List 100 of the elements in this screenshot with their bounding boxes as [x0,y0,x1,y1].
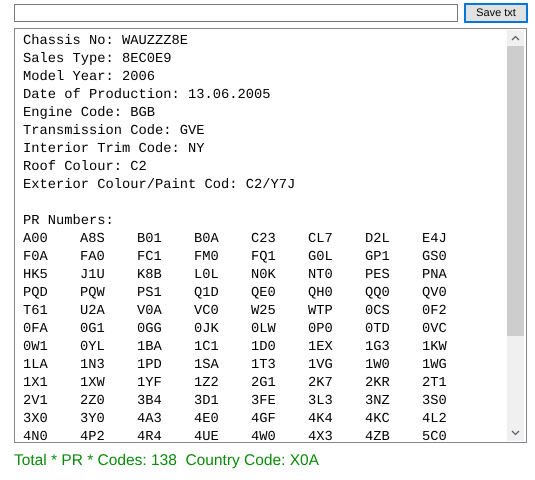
pr-code: 1XW [80,375,106,393]
pr-code: B01 [137,231,163,249]
pr-code: 4L2 [422,411,448,429]
pr-code: 4KC [365,411,391,429]
pr-code: VC0 [194,303,220,321]
pr-code: 2KR [365,375,391,393]
pr-code: 1SA [194,357,220,375]
pr-code: 0GG [137,321,163,339]
pr-code: L0L [194,267,220,285]
status-text: Total * PR * Codes: 138 Country Code: X0A [14,452,320,470]
pr-code: 2T1 [422,375,448,393]
pr-code: GS0 [422,249,448,267]
pr-code: GP1 [365,249,391,267]
pr-code: 3FE [251,393,277,411]
pr-code: B0A [194,231,220,249]
pr-code: Q1D [194,285,220,303]
pr-code: 1KW [422,339,448,357]
pr-code: 1G3 [365,339,391,357]
report-line: Model Year: 2006 [23,69,156,87]
pr-code: 2K7 [308,375,334,393]
pr-code: WTP [308,303,334,321]
pr-code: 3B4 [137,393,163,411]
pr-code: NT0 [308,267,334,285]
scrollbar-thumb[interactable] [507,46,524,336]
pr-code: 3D1 [194,393,220,411]
scroll-up-icon[interactable] [511,35,520,41]
pr-code: C23 [251,231,277,249]
pr-code: QV0 [422,285,448,303]
pr-code: 3NZ [365,393,391,411]
save-txt-button[interactable]: Save txt [464,3,528,23]
pr-code: 0P0 [308,321,334,339]
report-line: Roof Colour: C2 [23,159,148,177]
pr-code: QE0 [251,285,277,303]
pr-code: 4UE [194,429,220,442]
pr-code: 1T3 [251,357,277,375]
pr-code: 0YL [80,339,106,357]
pr-code: G0L [308,249,334,267]
vertical-scrollbar[interactable] [507,30,524,441]
pr-code: 2V1 [23,393,49,411]
scroll-down-icon[interactable] [511,430,520,436]
pr-code: 1C1 [194,339,220,357]
pr-code: FA0 [80,249,106,267]
pr-code: 4X3 [308,429,334,442]
report-text-area[interactable] [14,28,527,443]
pr-code: 4P2 [80,429,106,442]
pr-code: 1BA [137,339,163,357]
pr-code: E4J [422,231,448,249]
pr-code: PQW [80,285,106,303]
pr-code: 1VG [308,357,334,375]
pr-code: K8B [137,267,163,285]
pr-code: W25 [251,303,277,321]
pr-code: 1EX [308,339,334,357]
pr-code: 3L3 [308,393,334,411]
pr-code: QQ0 [365,285,391,303]
pr-code: 2Z0 [80,393,106,411]
pr-code: 0W1 [23,339,49,357]
pr-code: HK5 [23,267,49,285]
pr-code: 4GF [251,411,277,429]
pr-code: 0CS [365,303,391,321]
pr-code: 1D0 [251,339,277,357]
pr-code: 2G1 [251,375,277,393]
pr-code: 1YF [137,375,163,393]
pr-code: 4W0 [251,429,277,442]
pr-code: PES [365,267,391,285]
pr-code: FC1 [137,249,163,267]
pr-code: 0VC [422,321,448,339]
pr-code: PNA [422,267,448,285]
pr-code: 4A3 [137,411,163,429]
pr-code: 0TD [365,321,391,339]
report-line: Date of Production: 13.06.2005 [23,87,272,105]
pr-code: 1W0 [365,357,391,375]
pr-code: PS1 [137,285,163,303]
report-line: Transmission Code: GVE [23,123,206,141]
pr-code: 0G1 [80,321,106,339]
pr-code: 0JK [194,321,220,339]
report-line: Sales Type: 8EC0E9 [23,51,173,69]
pr-code: 0F2 [422,303,448,321]
pr-code: A00 [23,231,49,249]
report-line: Exterior Colour/Paint Cod: C2/Y7J [23,177,296,195]
pr-code: 3Y0 [80,411,106,429]
pr-code: 1LA [23,357,49,375]
path-input-field[interactable] [14,4,458,22]
pr-code: 1PD [137,357,163,375]
pr-code: 0LW [251,321,277,339]
pr-code: FM0 [194,249,220,267]
pr-code: 5C0 [422,429,448,442]
pr-code: T61 [23,303,49,321]
pr-code: V0A [137,303,163,321]
pr-code: F0A [23,249,49,267]
pr-code: J1U [80,267,106,285]
pr-code: QH0 [308,285,334,303]
pr-code: U2A [80,303,106,321]
pr-code: D2L [365,231,391,249]
pr-code: A8S [80,231,106,249]
pr-code: 4R4 [137,429,163,442]
pr-code: FQ1 [251,249,277,267]
pr-code: N0K [251,267,277,285]
pr-code: 1Z2 [194,375,220,393]
pr-code: PQD [23,285,49,303]
pr-code: 1X1 [23,375,49,393]
